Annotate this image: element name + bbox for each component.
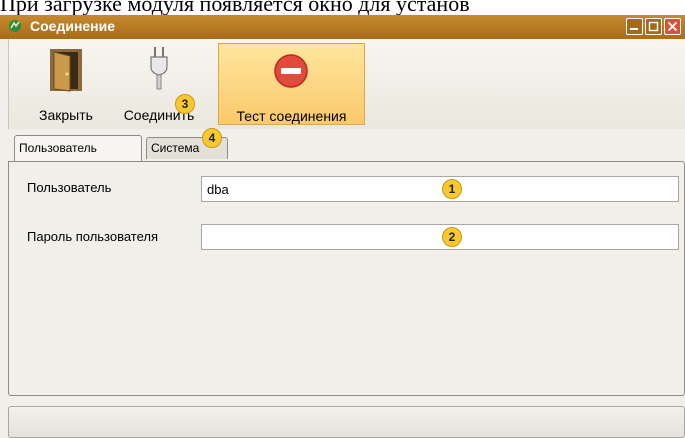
password-label: Пароль пользователя: [27, 229, 159, 244]
close-window-button[interactable]: [664, 18, 681, 35]
document-caption: При загрузке модуля появляется окно для …: [0, 0, 470, 15]
test-connection-label: Тест соединения: [236, 108, 347, 124]
minimize-button[interactable]: [626, 18, 643, 35]
close-icon: [667, 21, 678, 32]
minimize-icon: [630, 28, 638, 30]
toolbar: Закрыть Соединить Тест соединения 3: [8, 39, 685, 129]
app-icon: [9, 20, 21, 32]
connect-button[interactable]: Соединить: [114, 43, 204, 125]
status-bar: [8, 406, 685, 438]
user-label: Пользователь: [27, 180, 112, 195]
title-bar[interactable]: Соединение: [0, 15, 685, 39]
window-title: Соединение: [30, 18, 116, 34]
badge-1: 1: [442, 179, 462, 199]
stop-icon: [274, 54, 308, 88]
password-input[interactable]: [201, 224, 679, 250]
close-button[interactable]: Закрыть: [31, 43, 101, 125]
connection-window: Соединение Закрыть Соединить Тест соедин…: [0, 15, 685, 438]
maximize-icon: [648, 21, 659, 32]
plug-icon: [150, 47, 168, 90]
user-input[interactable]: [201, 176, 679, 202]
maximize-button[interactable]: [645, 18, 662, 35]
badge-3: 3: [175, 94, 195, 114]
user-settings-panel: Пользователь 1 Пароль пользователя 2: [8, 161, 685, 396]
test-connection-button[interactable]: Тест соединения: [218, 43, 365, 125]
tab-user[interactable]: Пользователь: [14, 135, 142, 161]
badge-2: 2: [442, 227, 462, 247]
tab-bar: Пользователь Система 4: [8, 128, 685, 161]
badge-4: 4: [202, 128, 222, 148]
door-icon: [50, 49, 82, 92]
close-button-label: Закрыть: [39, 107, 93, 123]
